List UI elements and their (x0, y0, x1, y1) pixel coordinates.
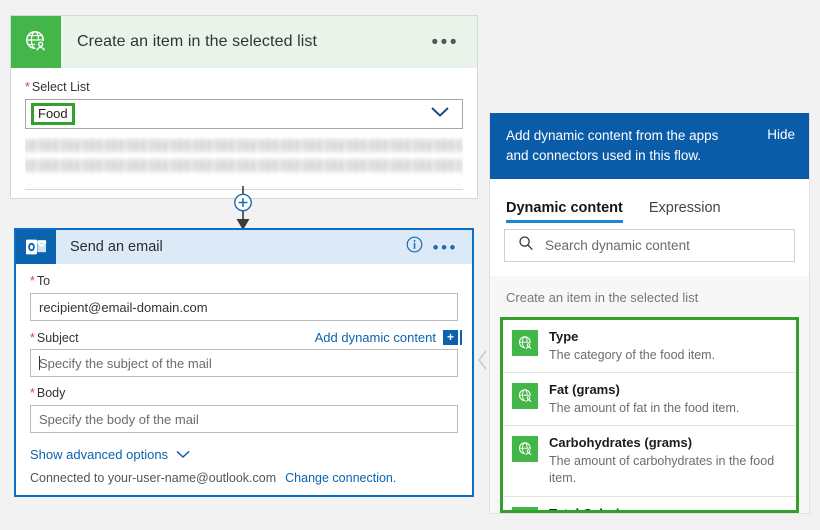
outlook-card-header[interactable]: Send an email ••• (16, 230, 472, 264)
show-advanced-options-button[interactable]: Show advanced options (30, 447, 458, 462)
dynamic-content-group-title: Create an item in the selected list (490, 276, 809, 317)
required-indicator: * (30, 386, 35, 400)
required-indicator: * (30, 331, 35, 345)
body-label: *Body (30, 386, 458, 400)
list-item-text: Total Calories The number of total calor… (549, 505, 786, 513)
select-list-value-highlight: Food (31, 103, 75, 126)
to-input[interactable]: recipient@email-domain.com (30, 293, 458, 321)
chevron-down-icon[interactable] (430, 105, 450, 123)
list-item[interactable]: Fat (grams) The amount of fat in the foo… (503, 373, 796, 426)
dynamic-content-banner: Add dynamic content from the apps and co… (490, 113, 809, 179)
select-list-dropdown[interactable]: Food (25, 99, 463, 129)
list-item-description: The amount of carbohydrates in the food … (549, 453, 786, 488)
dynamic-content-search-wrap: Search dynamic content (490, 223, 809, 276)
text-cursor (39, 356, 40, 370)
subject-label-row: *Subject Add dynamic content + (30, 330, 458, 345)
chevron-down-icon (176, 447, 190, 462)
outlook-card-header-actions: ••• (406, 230, 472, 264)
sharepoint-card-body: *Select List Food (11, 68, 477, 198)
outlook-card-title: Send an email (56, 230, 406, 264)
outlook-action-card[interactable]: Send an email ••• *To recipient@email-do… (14, 228, 474, 497)
list-item-name: Total Calories (549, 505, 786, 513)
sharepoint-card-overflow-button[interactable]: ••• (414, 16, 477, 68)
sharepoint-card-header[interactable]: Create an item in the selected list ••• (11, 16, 477, 68)
to-input-value: recipient@email-domain.com (39, 300, 208, 315)
outlook-card-overflow-button[interactable]: ••• (433, 239, 458, 256)
dynamic-content-banner-text: Add dynamic content from the apps and co… (506, 126, 738, 165)
panel-collapse-handle[interactable] (477, 348, 489, 372)
to-label: *To (30, 274, 458, 288)
search-icon (518, 235, 534, 256)
dynamic-content-panel: Add dynamic content from the apps and co… (489, 113, 810, 514)
sharepoint-globe-person-icon (512, 507, 538, 513)
outlook-card-body: *To recipient@email-domain.com *Subject … (16, 264, 472, 495)
list-item[interactable]: Type The category of the food item. (503, 320, 796, 373)
sharepoint-globe-person-icon (512, 436, 538, 462)
list-item-name: Fat (grams) (549, 381, 739, 399)
hide-panel-button[interactable]: Hide (767, 126, 795, 142)
flow-designer-screen: Create an item in the selected list ••• … (0, 0, 820, 530)
list-item-name: Carbohydrates (grams) (549, 434, 786, 452)
redacted-fields-region (25, 137, 463, 192)
chevron-left-icon[interactable] (477, 348, 489, 372)
required-indicator: * (30, 274, 35, 288)
sharepoint-action-card[interactable]: Create an item in the selected list ••• … (10, 15, 478, 199)
list-item-description: The category of the food item. (549, 347, 715, 365)
subject-label: *Subject (30, 331, 79, 345)
select-list-value[interactable]: Food (31, 103, 75, 126)
sharepoint-globe-person-icon (512, 330, 538, 356)
subject-placeholder: Specify the subject of the mail (39, 356, 212, 371)
info-circle-icon[interactable] (406, 236, 423, 258)
add-dynamic-content-label: Add dynamic content (315, 330, 436, 345)
flow-connector[interactable] (230, 186, 256, 232)
subject-input[interactable]: Specify the subject of the mail (30, 349, 458, 377)
connection-status-text: Connected to your-user-name@outlook.com (30, 471, 276, 485)
list-item-text: Type The category of the food item. (549, 328, 715, 364)
body-placeholder: Specify the body of the mail (39, 412, 199, 427)
dynamic-content-tabs: Dynamic content Expression (490, 179, 809, 223)
list-item-description: The amount of fat in the food item. (549, 400, 739, 418)
sharepoint-globe-person-icon (11, 16, 61, 68)
list-item-name: Type (549, 328, 715, 346)
connection-status-row: Connected to your-user-name@outlook.com … (30, 471, 458, 485)
sharepoint-card-title: Create an item in the selected list (61, 16, 414, 68)
plus-icon[interactable]: + (443, 330, 458, 345)
body-input[interactable]: Specify the body of the mail (30, 405, 458, 433)
list-item[interactable]: Carbohydrates (grams) The amount of carb… (503, 426, 796, 497)
redacted-band (25, 159, 463, 172)
sharepoint-globe-person-icon (512, 383, 538, 409)
search-input[interactable]: Search dynamic content (504, 229, 795, 262)
list-item-text: Fat (grams) The amount of fat in the foo… (549, 381, 739, 417)
plus-circle-icon[interactable] (230, 186, 256, 232)
outlook-icon (16, 230, 56, 264)
required-indicator: * (25, 80, 30, 94)
tab-expression[interactable]: Expression (649, 200, 721, 223)
add-dynamic-content-button[interactable]: Add dynamic content + (315, 330, 458, 345)
list-item-text: Carbohydrates (grams) The amount of carb… (549, 434, 786, 488)
search-placeholder: Search dynamic content (545, 238, 690, 253)
select-list-label: *Select List (25, 80, 463, 94)
list-item[interactable]: Total Calories The number of total calor… (503, 497, 796, 513)
redacted-band (25, 139, 463, 152)
change-connection-link[interactable]: Change connection. (285, 471, 396, 485)
dynamic-content-list: Type The category of the food item. (500, 317, 799, 513)
show-advanced-options-label: Show advanced options (30, 447, 168, 462)
tab-dynamic-content[interactable]: Dynamic content (506, 200, 623, 223)
